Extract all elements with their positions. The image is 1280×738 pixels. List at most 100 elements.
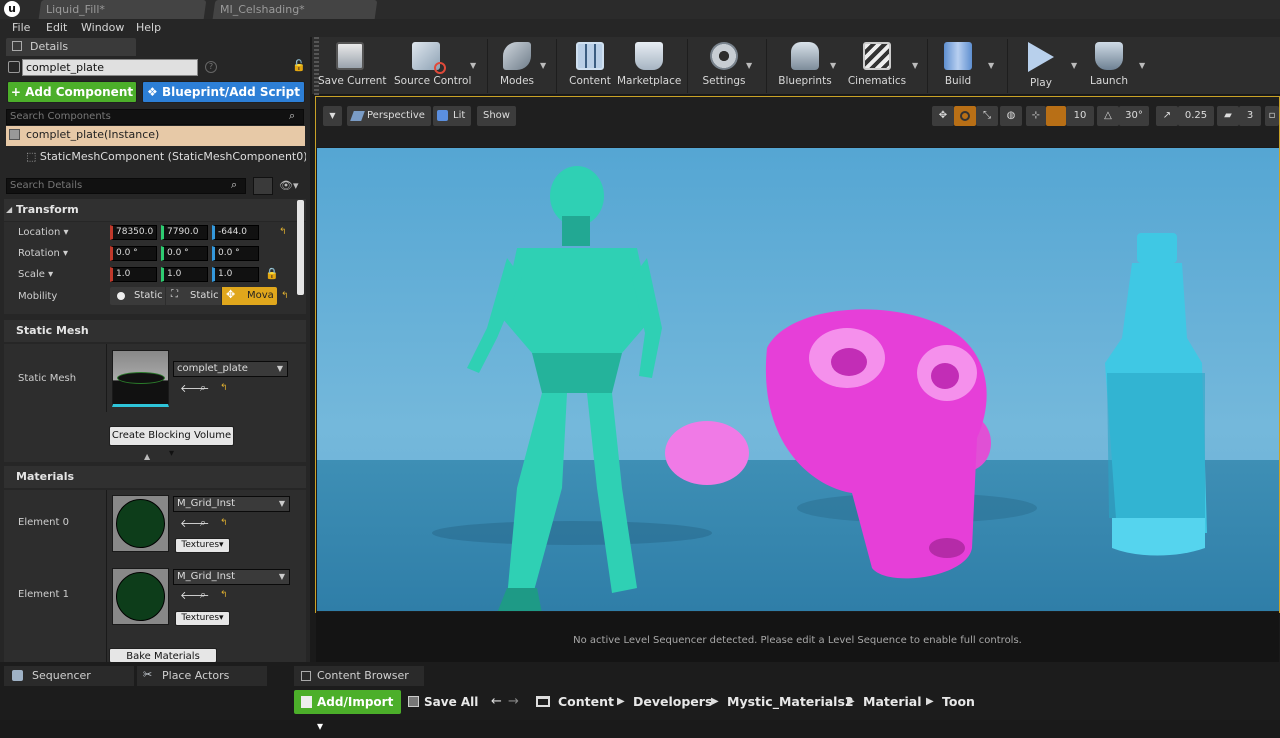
- blueprints-button[interactable]: Blueprints: [773, 40, 837, 92]
- camera-speed-icon[interactable]: ▰: [1217, 106, 1239, 126]
- browse-search-icon[interactable]: ⌕: [200, 381, 206, 395]
- grid-snap-value[interactable]: 10: [1066, 106, 1094, 126]
- bake-materials-button[interactable]: Bake Materials: [109, 648, 217, 663]
- eye-icon[interactable]: 👁▾: [279, 179, 299, 192]
- scale-x-field[interactable]: 1.0: [110, 267, 157, 282]
- scale-snap-value[interactable]: 0.25: [1178, 106, 1214, 126]
- static-mesh-combo[interactable]: complet_plate ▼: [173, 361, 288, 377]
- lock-icon[interactable]: 🔓: [292, 59, 306, 72]
- reset-mesh-icon[interactable]: ↰: [220, 383, 228, 393]
- browse-search-icon[interactable]: ⌕: [200, 588, 206, 602]
- menu-help[interactable]: Help: [136, 19, 161, 37]
- breadcrumb-separator-icon[interactable]: ▶: [926, 692, 934, 712]
- add-component-button[interactable]: + Add Component ▾: [7, 81, 137, 119]
- breadcrumb-material[interactable]: Material: [863, 692, 922, 712]
- surface-snap-icon[interactable]: ⊹: [1026, 106, 1046, 126]
- rotation-z-field[interactable]: 0.0 °: [212, 246, 259, 261]
- materials-header[interactable]: Materials: [4, 466, 306, 488]
- grid-snap-icon[interactable]: [1046, 106, 1066, 126]
- rotation-snap-value[interactable]: 30°: [1119, 106, 1149, 126]
- search-details-input[interactable]: Search Details: [6, 178, 246, 194]
- tab-sequencer[interactable]: Sequencer: [4, 666, 134, 686]
- component-row[interactable]: ⬚ StaticMeshComponent (StaticMeshCompone…: [26, 150, 306, 166]
- sequencer-message-bar: No active Level Sequencer detected. Plea…: [316, 612, 1279, 662]
- show-button[interactable]: Show: [477, 106, 516, 126]
- scale-mode-icon[interactable]: ⤡: [976, 106, 998, 126]
- collapse-arrow-icon[interactable]: ◢: [6, 205, 12, 214]
- back-arrow-icon[interactable]: ←: [491, 692, 502, 712]
- scale-y-field[interactable]: 1.0: [161, 267, 208, 282]
- menu-edit[interactable]: Edit: [46, 19, 67, 37]
- menu-window[interactable]: Window: [81, 19, 124, 37]
- breadcrumb-separator-icon[interactable]: ▶: [847, 692, 855, 712]
- reset-mobility-icon[interactable]: ↰: [281, 291, 289, 301]
- rotation-snap-icon[interactable]: △: [1097, 106, 1119, 126]
- reset-location-icon[interactable]: ↰: [279, 227, 287, 237]
- launch-dropdown-icon[interactable]: ▼: [1139, 58, 1145, 71]
- details-tab[interactable]: Details: [6, 38, 136, 56]
- world-local-icon[interactable]: ◍: [1000, 106, 1022, 126]
- transform-header[interactable]: Transform: [4, 199, 306, 221]
- rotation-x-field[interactable]: 0.0 °: [110, 246, 157, 261]
- breadcrumb-separator-icon[interactable]: ▶: [711, 692, 719, 712]
- grid-view-icon[interactable]: [253, 177, 273, 195]
- breadcrumb-mystic-materials2[interactable]: Mystic_Materials2: [727, 692, 854, 712]
- reset-material-icon[interactable]: ↰: [220, 518, 228, 528]
- material-0-combo[interactable]: M_Grid_Inst ▼: [173, 496, 290, 512]
- textures-button[interactable]: Textures▾: [175, 611, 230, 626]
- location-x-field[interactable]: 78350.0: [110, 225, 157, 240]
- component-instance-row[interactable]: complet_plate(Instance): [6, 126, 305, 146]
- browse-search-icon[interactable]: ⌕: [200, 516, 206, 530]
- tab-liquid-fill[interactable]: Liquid_Fill*: [38, 0, 207, 19]
- location-y-field[interactable]: 7790.0: [161, 225, 208, 240]
- build-button[interactable]: Build: [926, 40, 990, 92]
- viewport-options-button[interactable]: ▼: [323, 106, 342, 126]
- rotation-y-field[interactable]: 0.0 °: [161, 246, 208, 261]
- help-icon[interactable]: ?: [205, 61, 217, 73]
- tab-place-actors[interactable]: Place Actors: [137, 666, 267, 686]
- tab-content-browser[interactable]: Content Browser: [294, 666, 424, 686]
- static-mesh-header[interactable]: Static Mesh: [4, 320, 306, 342]
- build-dropdown-icon[interactable]: ▼: [988, 58, 994, 71]
- transform-header-label: Transform: [16, 203, 79, 216]
- material-1-combo[interactable]: M_Grid_Inst ▼: [173, 569, 290, 585]
- breadcrumb-toon[interactable]: Toon: [942, 692, 975, 712]
- expand-arrow-icon[interactable]: ▲: [144, 452, 150, 461]
- modes-dropdown-icon[interactable]: ▼: [540, 58, 546, 71]
- scale-z-field[interactable]: 1.0: [212, 267, 259, 282]
- blueprints-dropdown-icon[interactable]: ▼: [830, 58, 836, 71]
- create-blocking-volume-button[interactable]: Create Blocking Volume ▾: [109, 426, 234, 459]
- forward-arrow-icon[interactable]: →: [508, 692, 519, 712]
- location-z-field[interactable]: -644.0: [212, 225, 259, 240]
- search-components-input[interactable]: Search Components: [6, 109, 304, 125]
- material-1-value: M_Grid_Inst: [177, 571, 236, 582]
- tab-mi-celshading[interactable]: MI_Celshading*: [212, 0, 378, 19]
- breadcrumb-content[interactable]: Content: [558, 692, 614, 712]
- settings-dropdown-icon[interactable]: ▼: [746, 58, 752, 71]
- unreal-logo-icon[interactable]: u: [4, 1, 20, 17]
- source-control-dropdown-icon[interactable]: ▼: [470, 58, 476, 71]
- maximize-viewport-icon[interactable]: ▫: [1265, 106, 1279, 126]
- marketplace-button[interactable]: Marketplace: [617, 40, 681, 92]
- reset-material-icon[interactable]: ↰: [220, 590, 228, 600]
- cinematics-button[interactable]: Cinematics: [845, 40, 909, 92]
- menu-file[interactable]: File: [12, 19, 30, 37]
- breadcrumb-separator-icon[interactable]: ▶: [617, 692, 625, 712]
- content-button[interactable]: Content: [558, 40, 622, 92]
- translate-mode-icon[interactable]: ✥: [932, 106, 954, 126]
- scale-lock-icon[interactable]: 🔒: [265, 267, 279, 280]
- breadcrumb-developers[interactable]: Developers: [633, 692, 712, 712]
- blueprint-add-script-button[interactable]: ❖ Blueprint/Add Script: [142, 81, 305, 103]
- save-current-button[interactable]: Save Current: [318, 40, 387, 92]
- camera-speed-value[interactable]: 3: [1239, 106, 1261, 126]
- cinematics-dropdown-icon[interactable]: ▼: [912, 58, 918, 71]
- play-button[interactable]: Play: [1009, 40, 1073, 92]
- source-control-button[interactable]: Source Control: [394, 40, 471, 92]
- scale-snap-icon[interactable]: ↗: [1156, 106, 1178, 126]
- scrollbar[interactable]: [297, 200, 304, 295]
- textures-button[interactable]: Textures▾: [175, 538, 230, 553]
- launch-button[interactable]: Launch: [1077, 40, 1141, 92]
- marketplace-label: Marketplace: [617, 75, 682, 87]
- actor-name-field[interactable]: complet_plate: [22, 59, 198, 76]
- search-details-icon: ⌕: [231, 178, 238, 191]
